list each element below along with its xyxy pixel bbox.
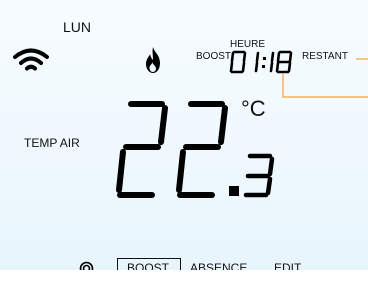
thermostat-screen: LUN HEURE BOOST RESTANT TEMP AIR °C BOOS… (0, 0, 368, 289)
wifi-icon (12, 46, 50, 74)
edit-button[interactable]: EDIT (274, 262, 301, 274)
day-label: LUN (63, 19, 92, 35)
boost-status-label: BOOST (196, 51, 232, 62)
boost-button[interactable]: BOOST (117, 258, 181, 278)
power-icon[interactable] (79, 261, 94, 276)
flame-icon (143, 46, 163, 74)
temperature-unit: °C (241, 96, 266, 121)
timer-colon (262, 57, 266, 68)
boost-button-label: BOOST (127, 261, 170, 275)
temp-air-label: TEMP AIR (24, 136, 80, 150)
absence-button[interactable]: ABSENCE (190, 262, 247, 274)
